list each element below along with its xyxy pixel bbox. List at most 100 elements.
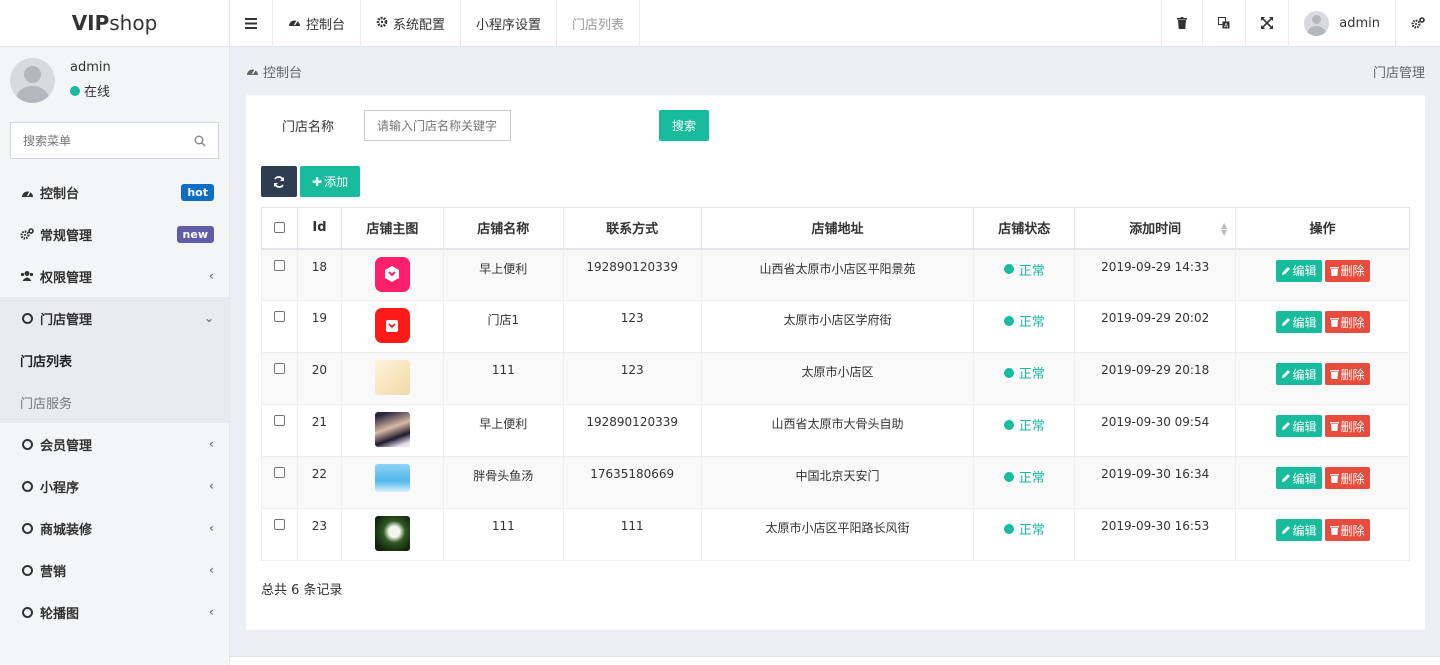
row-checkbox[interactable]: [273, 519, 285, 530]
search-icon[interactable]: [194, 135, 206, 147]
sidebar-item-dashboard[interactable]: 控制台 hot: [0, 171, 229, 213]
column-header-time[interactable]: 添加时间 ▲ ▼: [1074, 207, 1237, 250]
delete-button[interactable]: 删除: [1324, 519, 1370, 541]
tab-store-list[interactable]: 门店列表: [557, 0, 641, 46]
tab-dashboard[interactable]: 控制台: [273, 0, 362, 46]
delete-label: 删除: [1340, 419, 1365, 434]
delete-button[interactable]: 删除: [1324, 363, 1370, 385]
column-header-address: 店铺地址: [700, 207, 975, 250]
edit-button[interactable]: 编辑: [1275, 363, 1322, 385]
user-menu[interactable]: admin: [1288, 0, 1395, 46]
settings-button[interactable]: [1395, 0, 1440, 46]
row-checkbox[interactable]: [273, 415, 285, 426]
store-image[interactable]: [374, 412, 410, 450]
store-image[interactable]: [374, 360, 410, 398]
cell-image: [340, 352, 444, 405]
trash-icon: [1177, 17, 1188, 29]
column-header-image: 店铺主图: [340, 207, 444, 250]
store-image[interactable]: [374, 308, 410, 343]
sidebar-item-general[interactable]: 常规管理 new: [0, 213, 229, 255]
user-status: 在线: [70, 81, 111, 100]
cell-status: 正常: [973, 456, 1076, 509]
sidebar-item-store[interactable]: 门店管理 ⌄: [0, 297, 229, 339]
status-text: 正常: [1018, 523, 1045, 538]
sidebar-item-store-service[interactable]: 门店服务: [0, 381, 229, 423]
search-button[interactable]: 搜索: [659, 110, 709, 141]
row-select-cell: [261, 300, 298, 353]
sidebar-toggle-button[interactable]: [230, 0, 273, 46]
cell-name: 早上便利: [442, 404, 564, 457]
edit-button[interactable]: 编辑: [1275, 311, 1322, 333]
store-image[interactable]: [374, 516, 410, 554]
store-image[interactable]: [374, 464, 410, 495]
store-image[interactable]: [374, 256, 410, 292]
trash-icon: [1329, 266, 1339, 276]
sidebar-item-label: 轮播图: [40, 606, 80, 622]
table-row[interactable]: 20 111 123 太原市小店区 正常 2019-09-29 20:18 编辑 删除: [261, 352, 1410, 405]
select-all-checkbox[interactable]: [273, 222, 285, 234]
table-row[interactable]: 21 早上便利 192890120339 山西省太原市大骨头自助 正常 2019-09-3…: [261, 404, 1410, 457]
logo[interactable]: VIP shop: [0, 0, 229, 47]
edit-button[interactable]: 编辑: [1275, 519, 1322, 541]
status-dot-icon: [1003, 367, 1014, 378]
edit-button[interactable]: 编辑: [1275, 415, 1322, 437]
sidebar-item-marketing[interactable]: 营销 ‹: [0, 549, 229, 591]
row-checkbox[interactable]: [273, 363, 285, 374]
language-icon: A: [1218, 17, 1230, 29]
cell-time: 2019-09-29 20:18: [1074, 352, 1237, 405]
circle-icon: [21, 606, 33, 618]
table-row[interactable]: 18 早上便利 192890120339 山西省太原市小店区平阳景苑 正常 2019-09…: [261, 248, 1410, 301]
content-panel: 门店名称 搜索 ✚添加 Id 店铺主图 店铺名称 联系方式 店铺地址 店铺状态 …: [246, 95, 1425, 630]
user-name: admin: [70, 60, 111, 75]
add-button[interactable]: ✚ 添加: [300, 166, 361, 197]
tab-sysconfig[interactable]: 系统配置: [361, 0, 462, 46]
tab-miniapp-settings[interactable]: 小程序设置: [461, 0, 558, 46]
sidebar-item-carousel[interactable]: 轮播图 ‹: [0, 591, 229, 633]
breadcrumb-link[interactable]: 控制台: [263, 62, 302, 81]
cell-ops: 编辑 删除: [1235, 508, 1410, 561]
chevron-left-icon: ‹: [209, 521, 214, 535]
status-dot-icon: [1003, 419, 1014, 430]
table-row[interactable]: 19 门店1 123 太原市小店区学府街 正常 2019-09-29 20:02 编辑 删除: [261, 300, 1410, 353]
column-header-id[interactable]: Id: [296, 207, 342, 250]
sort-icon[interactable]: ▲ ▼: [1221, 222, 1227, 237]
store-name-input[interactable]: [364, 110, 511, 141]
delete-button[interactable]: 删除: [1324, 467, 1370, 489]
delete-button[interactable]: 删除: [1324, 259, 1370, 282]
tab-label: 门店列表: [572, 17, 625, 33]
logo-light: shop: [109, 11, 158, 35]
cell-id: 23: [296, 508, 342, 561]
table-row[interactable]: 23 111 111 太原市小店区平阳路长风街 正常 2019-09-30 16:53 编辑…: [261, 508, 1410, 561]
status-badge: 正常: [1003, 363, 1045, 382]
expand-icon: [1261, 17, 1274, 29]
language-button[interactable]: A: [1202, 0, 1245, 46]
delete-button[interactable]: 删除: [1324, 415, 1370, 437]
refresh-button[interactable]: [261, 166, 297, 197]
sidebar-search-input[interactable]: [23, 133, 173, 148]
sidebar-item-miniapp[interactable]: 小程序 ‹: [0, 465, 229, 507]
sidebar-item-store-list[interactable]: 门店列表: [0, 339, 229, 381]
sidebar-item-member[interactable]: 会员管理 ‹: [0, 423, 229, 465]
row-checkbox[interactable]: [273, 259, 285, 271]
sidebar-menu: 控制台 hot 常规管理 new 权限管理 ‹ 门店管理 ⌄ 门店列表 门店服务…: [0, 171, 229, 633]
table-row[interactable]: 22 胖骨头鱼汤 17635180669 中国北京天安门 正常 2019-09-30 16…: [261, 456, 1410, 509]
clear-cache-button[interactable]: [1161, 0, 1202, 46]
sidebar: VIPshop admin 在线 控制台 hot 常规管理 new 权限管理: [0, 0, 230, 665]
chevron-left-icon: ‹: [209, 563, 214, 577]
delete-label: 删除: [1340, 264, 1365, 278]
delete-button[interactable]: 删除: [1324, 311, 1370, 333]
top-navbar: 控制台 系统配置 小程序设置 门店列表 A admin: [230, 0, 1440, 47]
sidebar-item-auth[interactable]: 权限管理 ‹: [0, 255, 229, 297]
status-text: 正常: [1018, 471, 1045, 486]
hot-badge: hot: [181, 183, 214, 201]
sidebar-item-decor[interactable]: 商城装修 ‹: [0, 507, 229, 549]
delete-label: 删除: [1340, 523, 1365, 538]
cell-contact: 123: [562, 300, 702, 353]
pencil-icon: [1281, 318, 1290, 326]
row-checkbox[interactable]: [273, 467, 285, 478]
fullscreen-button[interactable]: [1245, 0, 1288, 46]
edit-button[interactable]: 编辑: [1275, 259, 1322, 282]
cell-image: [340, 508, 444, 561]
edit-button[interactable]: 编辑: [1275, 467, 1322, 489]
row-checkbox[interactable]: [273, 311, 285, 322]
